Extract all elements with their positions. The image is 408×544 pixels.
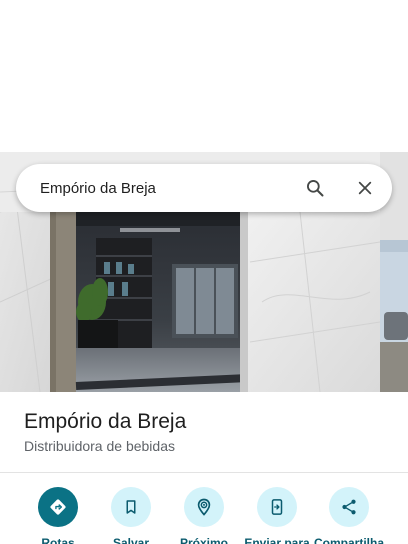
save-circle[interactable]	[111, 487, 151, 527]
nearby-circle[interactable]	[184, 487, 224, 527]
directions-circle[interactable]	[38, 487, 78, 527]
close-icon	[358, 181, 372, 195]
share-circle[interactable]	[329, 487, 369, 527]
bookmark-icon	[126, 500, 136, 514]
directions-icon	[50, 499, 66, 515]
directions-button[interactable]: Rotas	[20, 487, 96, 544]
divider	[0, 472, 408, 473]
place-title: Empório da Breja	[24, 410, 187, 433]
directions-label: Rotas	[41, 536, 75, 544]
search-input[interactable]: Empório da Breja	[40, 180, 295, 197]
send-to-phone-circle[interactable]	[257, 487, 297, 527]
search-bar[interactable]: Empório da Breja	[16, 164, 392, 212]
save-label: Salvar	[112, 536, 150, 544]
nearby-button[interactable]: Próximo	[166, 487, 242, 544]
search-button[interactable]	[295, 168, 335, 208]
clear-search-button[interactable]	[345, 168, 385, 208]
map-blank-area	[0, 0, 408, 152]
save-button[interactable]: Salvar	[93, 487, 169, 544]
place-category[interactable]: Distribuidora de bebidas	[24, 438, 175, 454]
nearby-label: Próximo	[179, 536, 228, 544]
search-icon	[307, 180, 324, 197]
share-icon	[342, 499, 356, 515]
share-button[interactable]: Compartilha	[311, 487, 387, 544]
share-label: Compartilha	[313, 536, 384, 544]
nearby-icon	[197, 498, 211, 516]
send-to-phone-button[interactable]: Enviar para	[239, 487, 315, 544]
send-to-phone-label: Enviar para	[244, 536, 310, 544]
send-to-phone-icon	[271, 499, 283, 515]
